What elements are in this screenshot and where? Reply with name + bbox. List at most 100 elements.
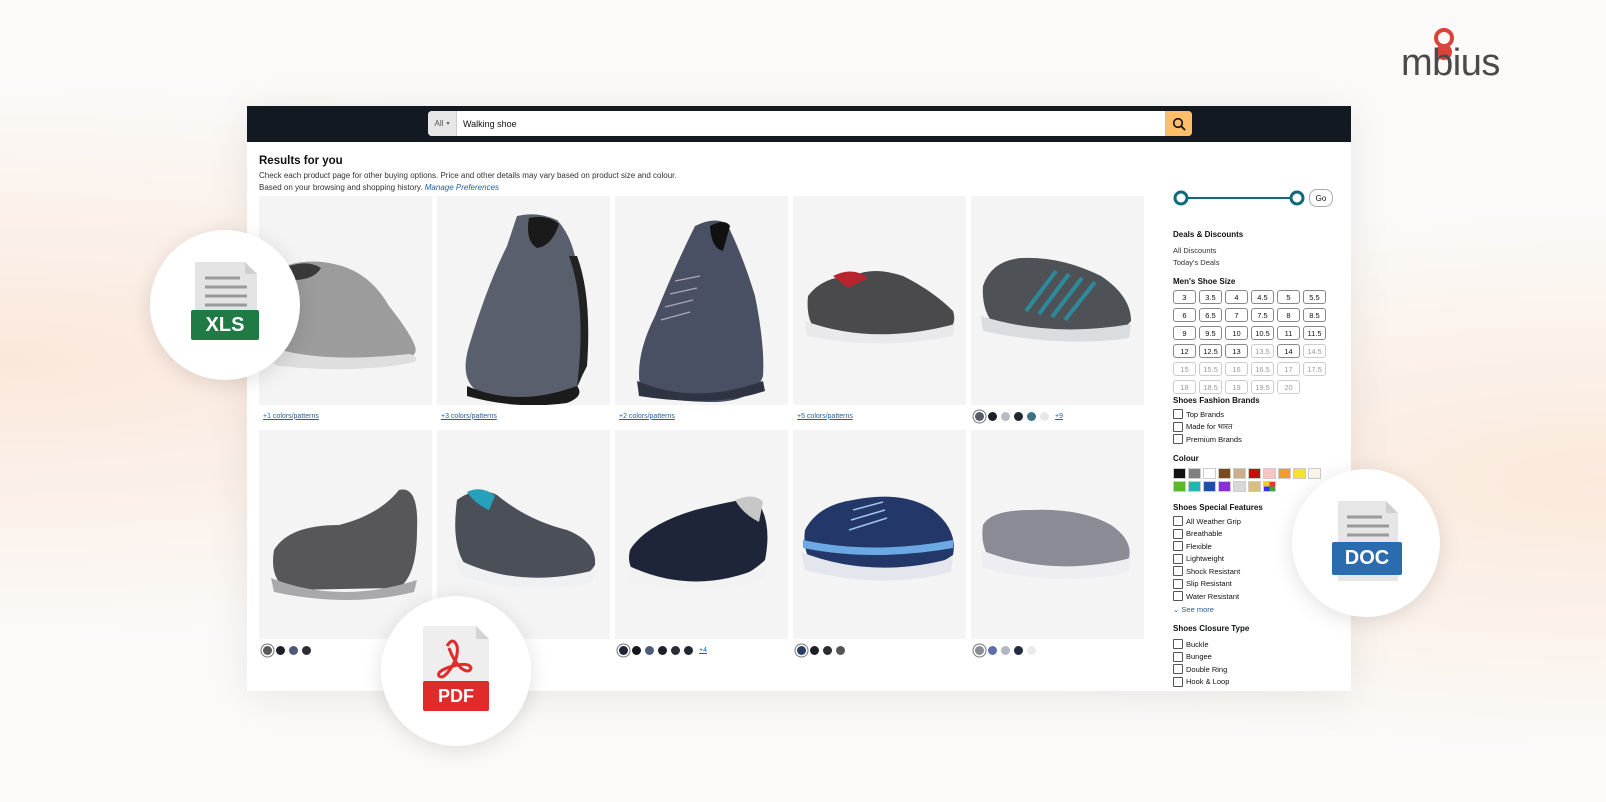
size-option[interactable]: 3.5 — [1199, 290, 1222, 304]
size-option[interactable]: 20 — [1277, 380, 1300, 394]
go-button[interactable]: Go — [1309, 189, 1333, 207]
manage-preferences-link[interactable]: Manage Preferences — [425, 183, 499, 192]
deal-all-discounts[interactable]: All Discounts — [1173, 246, 1216, 255]
checkbox[interactable] — [1173, 434, 1183, 445]
colour-swatch[interactable] — [1218, 468, 1231, 479]
product-image[interactable] — [793, 430, 966, 639]
product-card[interactable]: +9 — [971, 196, 1144, 427]
size-option[interactable]: 9 — [1173, 326, 1196, 340]
size-option[interactable]: 3 — [1173, 290, 1196, 304]
size-option[interactable]: 9.5 — [1199, 326, 1222, 340]
size-option[interactable]: 8.5 — [1303, 308, 1326, 322]
color-swatch[interactable] — [1014, 645, 1023, 655]
brand-option[interactable]: Top Brands — [1173, 408, 1242, 421]
colour-swatch[interactable] — [1248, 468, 1261, 479]
deal-todays-deals[interactable]: Today's Deals — [1173, 258, 1219, 267]
checkbox[interactable] — [1173, 651, 1183, 662]
color-swatch[interactable] — [975, 411, 984, 421]
color-swatch[interactable] — [975, 645, 984, 655]
product-image[interactable] — [971, 430, 1144, 639]
product-card[interactable] — [971, 430, 1144, 661]
size-option[interactable]: 17.5 — [1303, 362, 1326, 376]
price-range-slider[interactable]: Go — [1173, 186, 1343, 210]
colour-swatch[interactable] — [1188, 468, 1201, 479]
colour-swatch[interactable] — [1263, 468, 1276, 479]
size-option[interactable]: 7.5 — [1251, 308, 1274, 322]
checkbox[interactable] — [1173, 676, 1183, 687]
colour-swatch[interactable] — [1248, 481, 1261, 492]
colour-swatch[interactable] — [1203, 468, 1216, 479]
closure-option[interactable]: Hook & Loop — [1173, 676, 1229, 689]
checkbox[interactable] — [1173, 664, 1183, 675]
color-swatch[interactable] — [658, 645, 667, 655]
size-option[interactable]: 19.5 — [1251, 380, 1274, 394]
colour-swatch[interactable] — [1218, 481, 1231, 492]
size-option[interactable]: 14.5 — [1303, 344, 1326, 358]
size-option[interactable]: 6.5 — [1199, 308, 1222, 322]
checkbox[interactable] — [1173, 553, 1183, 564]
feature-option[interactable]: Breathable — [1173, 528, 1241, 541]
colour-swatch[interactable] — [1233, 468, 1246, 479]
size-option[interactable]: 14 — [1277, 344, 1300, 358]
size-option[interactable]: 12 — [1173, 344, 1196, 358]
feature-option[interactable]: Water Resistant — [1173, 590, 1241, 603]
color-swatch[interactable] — [302, 645, 311, 655]
checkbox[interactable] — [1173, 541, 1183, 552]
product-image[interactable] — [615, 430, 788, 639]
color-swatch[interactable] — [632, 645, 641, 655]
size-option[interactable]: 4 — [1225, 290, 1248, 304]
product-card[interactable]: +3 colors/patterns — [437, 196, 610, 427]
color-swatch[interactable] — [619, 645, 628, 655]
size-option[interactable]: 19 — [1225, 380, 1248, 394]
colors-patterns-link[interactable]: +1 colors/patterns — [263, 413, 319, 420]
size-option[interactable]: 8 — [1277, 308, 1300, 322]
product-image[interactable] — [437, 196, 610, 405]
color-swatch[interactable] — [1027, 645, 1036, 655]
size-option[interactable]: 12.5 — [1199, 344, 1222, 358]
color-swatch[interactable] — [684, 645, 693, 655]
search-input[interactable] — [457, 111, 1165, 136]
size-option[interactable]: 15.5 — [1199, 362, 1222, 376]
color-swatch[interactable] — [289, 645, 298, 655]
colour-swatch[interactable] — [1278, 468, 1291, 479]
color-swatch[interactable] — [671, 645, 680, 655]
brand-option[interactable]: Made for भारत — [1173, 421, 1242, 434]
color-swatch[interactable] — [1014, 411, 1023, 421]
closure-option[interactable]: Double Ring — [1173, 663, 1229, 676]
size-option[interactable]: 6 — [1173, 308, 1196, 322]
size-option[interactable]: 10 — [1225, 326, 1248, 340]
closure-option[interactable]: Bungee — [1173, 651, 1229, 664]
search-category-dropdown[interactable]: All ▾ — [428, 111, 457, 136]
color-swatch[interactable] — [276, 645, 285, 655]
colour-swatch[interactable] — [1233, 481, 1246, 492]
color-swatch[interactable] — [645, 645, 654, 655]
feature-option[interactable]: Lightweight — [1173, 553, 1241, 566]
size-option[interactable]: 18.5 — [1199, 380, 1222, 394]
colour-swatch[interactable] — [1173, 481, 1186, 492]
feature-option[interactable]: All Weather Grip — [1173, 515, 1241, 528]
search-button[interactable] — [1165, 111, 1192, 136]
size-option[interactable]: 5.5 — [1303, 290, 1326, 304]
product-image[interactable] — [971, 196, 1144, 405]
product-card[interactable] — [793, 430, 966, 661]
size-option[interactable]: 15 — [1173, 362, 1196, 376]
color-swatch[interactable] — [810, 645, 819, 655]
size-option[interactable]: 13 — [1225, 344, 1248, 358]
checkbox[interactable] — [1173, 516, 1183, 527]
more-colors-link[interactable]: +9 — [1055, 413, 1063, 420]
color-swatch[interactable] — [797, 645, 806, 655]
color-swatch[interactable] — [823, 645, 832, 655]
color-swatch[interactable] — [988, 411, 997, 421]
size-option[interactable]: 10.5 — [1251, 326, 1274, 340]
color-swatch[interactable] — [988, 645, 997, 655]
color-swatch[interactable] — [1027, 411, 1036, 421]
color-swatch[interactable] — [263, 645, 272, 655]
colors-patterns-link[interactable]: +2 colors/patterns — [619, 413, 675, 420]
see-more-link[interactable]: ⌄ See more — [1173, 605, 1214, 614]
color-swatch[interactable] — [1001, 411, 1010, 421]
product-card[interactable]: +4 — [615, 430, 788, 661]
colors-patterns-link[interactable]: +3 colors/patterns — [441, 413, 497, 420]
color-swatch[interactable] — [1001, 645, 1010, 655]
size-option[interactable]: 7 — [1225, 308, 1248, 322]
product-card[interactable]: +5 colors/patterns — [793, 196, 966, 427]
